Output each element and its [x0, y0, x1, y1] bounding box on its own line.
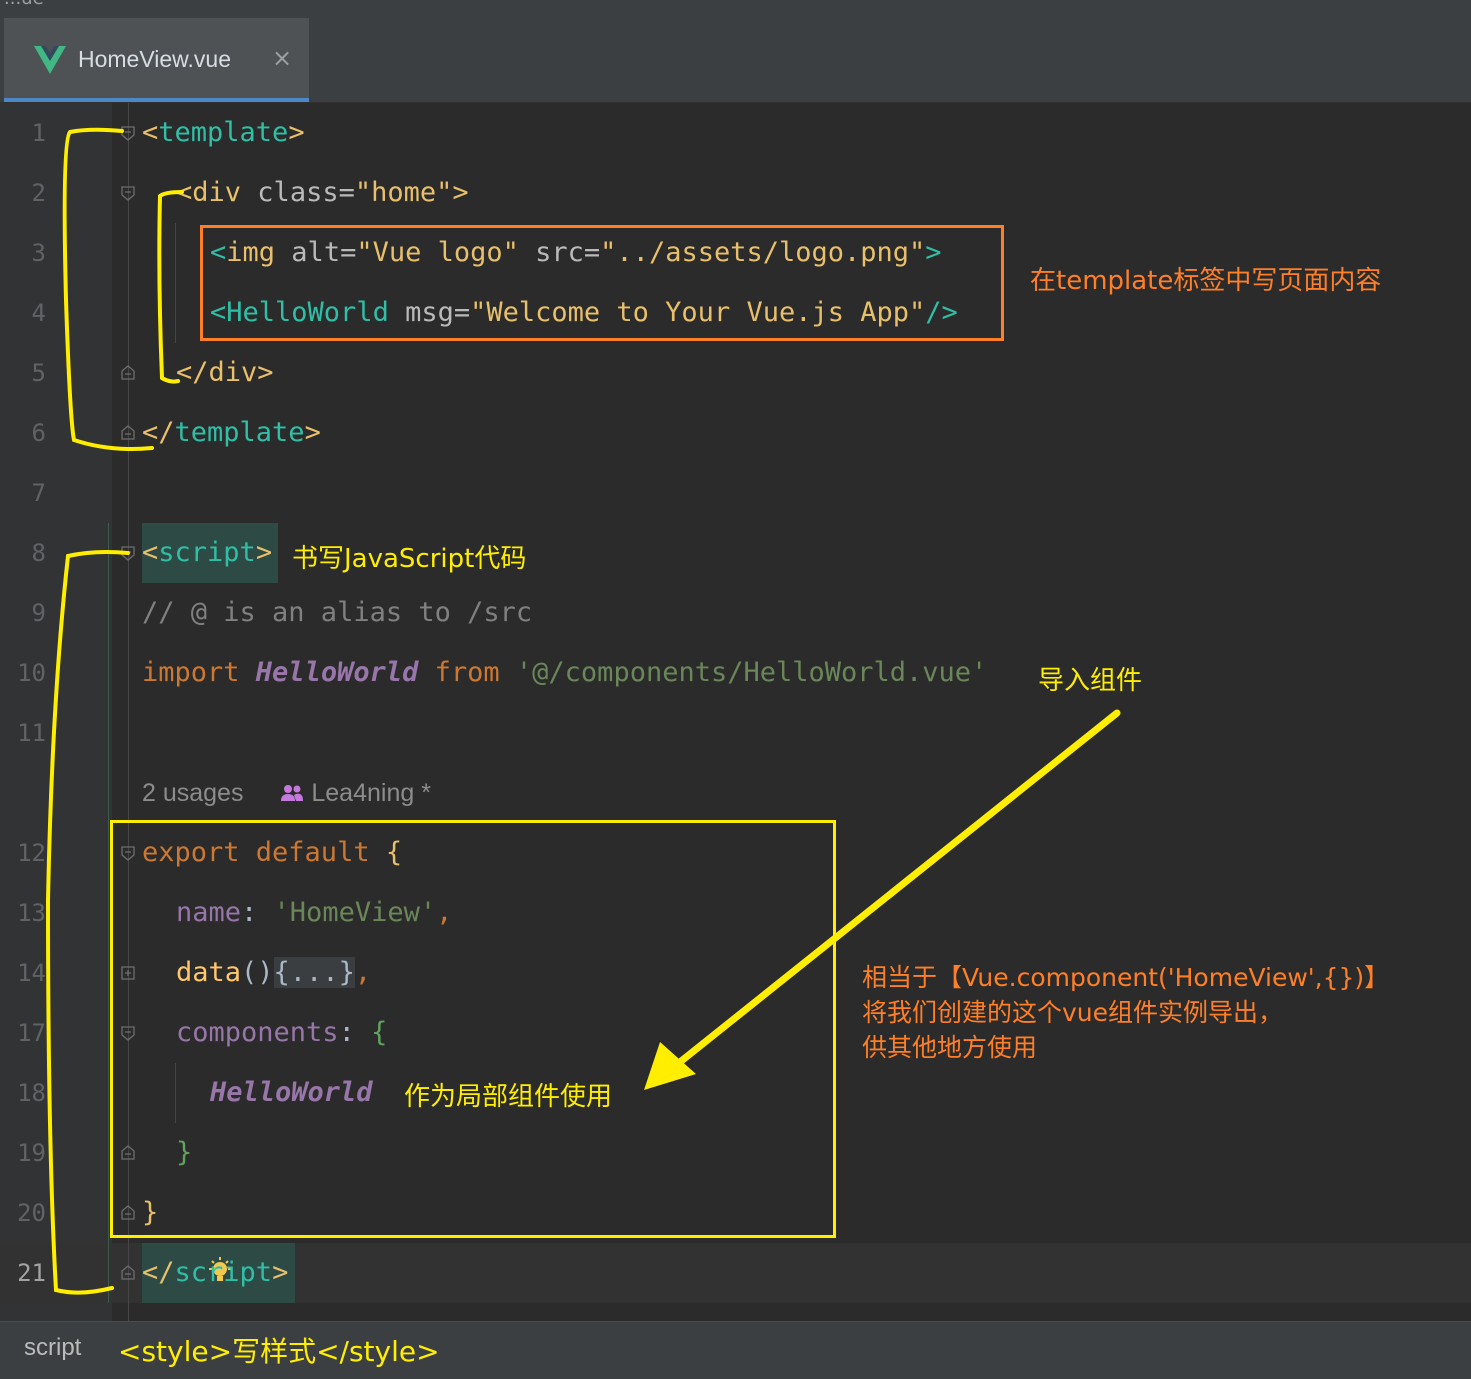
- fold-marker-icon[interactable]: [120, 425, 136, 441]
- tab-homeview-vue[interactable]: HomeView.vue ×: [4, 18, 309, 102]
- export-default-box: [110, 820, 836, 1238]
- fold-marker-icon[interactable]: [120, 1265, 136, 1281]
- code-line-8[interactable]: <script>: [142, 523, 272, 583]
- template-content-box: [200, 225, 1004, 341]
- inlay-hint[interactable]: 2 usages Lea4ning *: [142, 763, 431, 823]
- line-number: 7: [31, 479, 46, 507]
- line-number-current: 21: [17, 1259, 46, 1287]
- usages-hint[interactable]: 2 usages: [142, 779, 243, 807]
- tab-label: HomeView.vue: [78, 46, 231, 72]
- import-annotation: 导入组件: [1038, 666, 1143, 696]
- line-number: 14: [17, 959, 46, 987]
- line-number: 1: [31, 119, 46, 147]
- code-line-5[interactable]: </div>: [176, 343, 274, 403]
- line-number: 2: [31, 179, 46, 207]
- fold-marker-icon[interactable]: [120, 365, 136, 381]
- code-line-1[interactable]: <template>: [142, 103, 305, 163]
- template-annotation: 在template标签中写页面内容: [1030, 266, 1382, 296]
- scope-guide: [108, 523, 109, 1303]
- line-number: 13: [17, 899, 46, 927]
- users-icon: [281, 785, 304, 801]
- fold-marker-icon[interactable]: [120, 185, 136, 201]
- line-number: 6: [31, 419, 46, 447]
- code-line-2[interactable]: <div class="home">: [176, 163, 469, 223]
- title-bar: ...ue: [0, 0, 1471, 18]
- line-number: 11: [17, 719, 46, 747]
- line-number: 18: [17, 1079, 46, 1107]
- line-number: 19: [17, 1139, 46, 1167]
- vue-logo-icon: [34, 46, 66, 74]
- local-component-annotation: 作为局部组件使用: [404, 1082, 613, 1112]
- line-number: 9: [31, 599, 46, 627]
- export-annotation: 相当于【Vue.component('HomeView',{})】 将我们创建的…: [862, 963, 1390, 1062]
- status-bar: script <style>写样式</style>: [0, 1321, 1471, 1379]
- line-number: 10: [17, 659, 46, 687]
- line-number: 20: [17, 1199, 46, 1227]
- style-annotation: <style>写样式</style>: [118, 1335, 440, 1368]
- code-line-9[interactable]: // @ is an alias to /src: [142, 583, 532, 643]
- line-number: 3: [31, 239, 46, 267]
- author-hint: Lea4ning *: [311, 779, 431, 807]
- indent-guide: [175, 223, 176, 343]
- code-line-6[interactable]: </template>: [142, 403, 321, 463]
- line-number: 12: [17, 839, 46, 867]
- line-number: 4: [31, 299, 46, 327]
- script-annotation: 书写JavaScript代码: [292, 544, 527, 574]
- editor-tab-bar: HomeView.vue ×: [0, 18, 1471, 103]
- window-title: ...ue: [4, 0, 44, 9]
- line-number: 5: [31, 359, 46, 387]
- breadcrumb-script[interactable]: script: [24, 1334, 81, 1362]
- line-number: 8: [31, 539, 46, 567]
- close-icon[interactable]: ×: [272, 44, 292, 72]
- fold-marker-icon[interactable]: [120, 545, 136, 561]
- line-number: 17: [17, 1019, 46, 1047]
- code-line-21[interactable]: </script>: [142, 1243, 288, 1303]
- fold-marker-icon[interactable]: [120, 125, 136, 141]
- code-line-10[interactable]: import HelloWorld from '@/components/Hel…: [142, 643, 987, 703]
